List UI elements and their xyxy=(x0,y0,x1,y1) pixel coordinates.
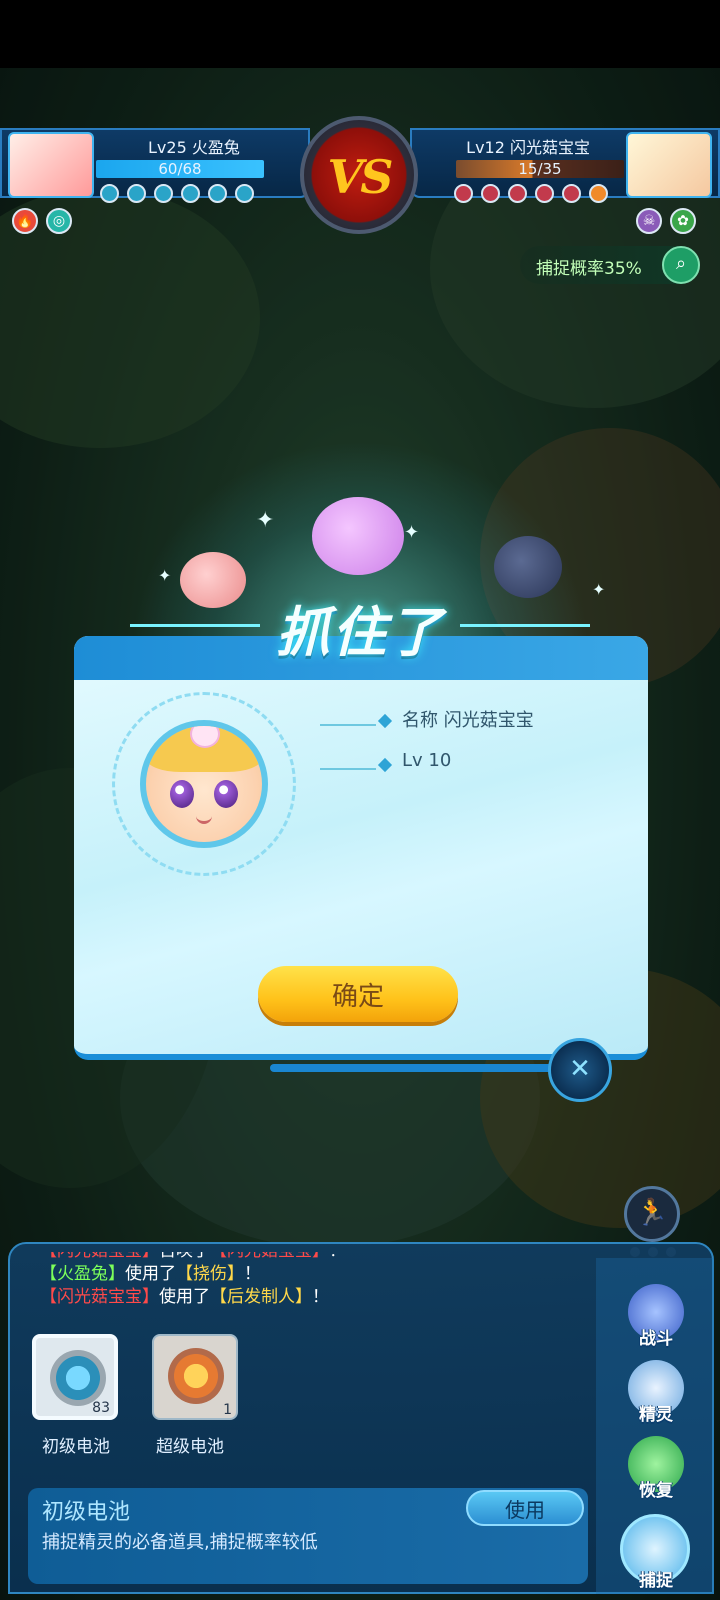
item-description-text: 捕捉精灵的必备道具,捕捉概率较低 xyxy=(42,1532,318,1553)
player-pet-pips xyxy=(100,184,254,203)
battle-log-segment: 【闪光菇宝宝】 xyxy=(40,1287,159,1307)
side-menu-capture[interactable]: 捕捉 xyxy=(616,1514,696,1591)
battle-log: 【闪光菇宝宝】召唤了【闪光菇宝宝】！【火盈兔】使用了【挠伤】！【闪光菇宝宝】使用… xyxy=(40,1252,580,1322)
item-slot-basic-battery[interactable]: 83 xyxy=(32,1334,118,1420)
enemy-hp-bar: 15/35 xyxy=(456,160,624,178)
captured-pet-portrait xyxy=(140,720,268,848)
enemy-avatar[interactable] xyxy=(626,132,712,198)
super-battery-icon xyxy=(168,1348,224,1404)
status-bar xyxy=(0,0,720,68)
battle-log-line: 【火盈兔】使用了【挠伤】！ xyxy=(40,1263,580,1286)
pet-level-line: Lv 10 xyxy=(402,750,452,771)
pet-name-line: 名称 闪光菇宝宝 xyxy=(402,710,534,731)
sparkle-icon: ✦ xyxy=(158,566,172,585)
battle-log-segment: 【闪光菇宝宝】 xyxy=(40,1252,159,1261)
sparkle-icon: ✦ xyxy=(404,522,420,543)
item-description-title: 初级电池 xyxy=(42,1500,131,1525)
item-label: 初级电池 xyxy=(42,1437,110,1457)
sparkle-icon: ✦ xyxy=(256,508,275,533)
enemy-pet-pips xyxy=(454,184,608,203)
net-icon: ⌕ xyxy=(662,246,700,284)
dialog-title: 抓住了 xyxy=(276,601,444,664)
basic-battery-icon xyxy=(50,1350,106,1406)
poison-icon: ☠ xyxy=(636,208,662,234)
item-count: 1 xyxy=(223,1402,232,1418)
side-menu-fight[interactable]: 战斗 xyxy=(620,1284,692,1356)
item-slot-super-battery[interactable]: 1 xyxy=(152,1334,238,1420)
player-level-name: Lv25 火盈兔 xyxy=(148,138,240,157)
dialog-title-banner: 抓住了 xyxy=(120,588,600,664)
use-item-button[interactable]: 使用 xyxy=(466,1490,584,1526)
enemy-level-name: Lv12 闪光菇宝宝 xyxy=(466,138,590,157)
battle-hud: Lv25 火盈兔 60/68 VS Lv12 闪光菇宝宝 15/35 🔥 ◎ ☠… xyxy=(0,116,720,238)
close-icon[interactable]: ✕ xyxy=(548,1038,612,1102)
side-menu-recover[interactable]: 恢复 xyxy=(620,1436,692,1508)
diamond-icon xyxy=(377,757,393,773)
diamond-icon xyxy=(377,713,393,729)
vs-emblem: VS xyxy=(300,116,418,234)
battle-log-segment: ！ xyxy=(312,1287,329,1307)
grass-icon: ✿ xyxy=(670,208,696,234)
fire-icon: 🔥 xyxy=(12,208,38,234)
battle-log-line: 【闪光菇宝宝】召唤了【闪光菇宝宝】！ xyxy=(40,1252,580,1263)
battle-log-segment: 使用了 xyxy=(159,1287,210,1307)
wind-icon: ◎ xyxy=(46,208,72,234)
run-icon[interactable]: 🏃 xyxy=(624,1186,680,1242)
dialog-underline xyxy=(270,1064,560,1072)
battle-log-segment: 【挠伤】 xyxy=(176,1264,244,1284)
item-label: 超级电池 xyxy=(156,1437,224,1457)
confirm-button[interactable]: 确定 xyxy=(258,966,458,1022)
battle-log-segment: 召唤了 xyxy=(159,1252,210,1261)
battle-log-segment: ！ xyxy=(329,1252,346,1261)
battle-log-segment: ！ xyxy=(244,1264,261,1284)
player-hp-bar: 60/68 xyxy=(96,160,264,178)
pink-pet-sprite xyxy=(312,497,404,575)
capture-rate-badge: 捕捉概率35% ⌕ xyxy=(520,246,700,284)
battle-log-segment: 【闪光菇宝宝】 xyxy=(210,1252,329,1261)
side-menu-spirit[interactable]: 精灵 xyxy=(620,1360,692,1432)
player-avatar[interactable] xyxy=(8,132,94,198)
item-count: 83 xyxy=(92,1400,110,1416)
battle-log-line: 【闪光菇宝宝】使用了【后发制人】！ xyxy=(40,1286,580,1309)
battle-log-segment: 【后发制人】 xyxy=(210,1287,312,1307)
battle-log-segment: 【火盈兔】 xyxy=(40,1264,125,1284)
battle-log-segment: 使用了 xyxy=(125,1264,176,1284)
